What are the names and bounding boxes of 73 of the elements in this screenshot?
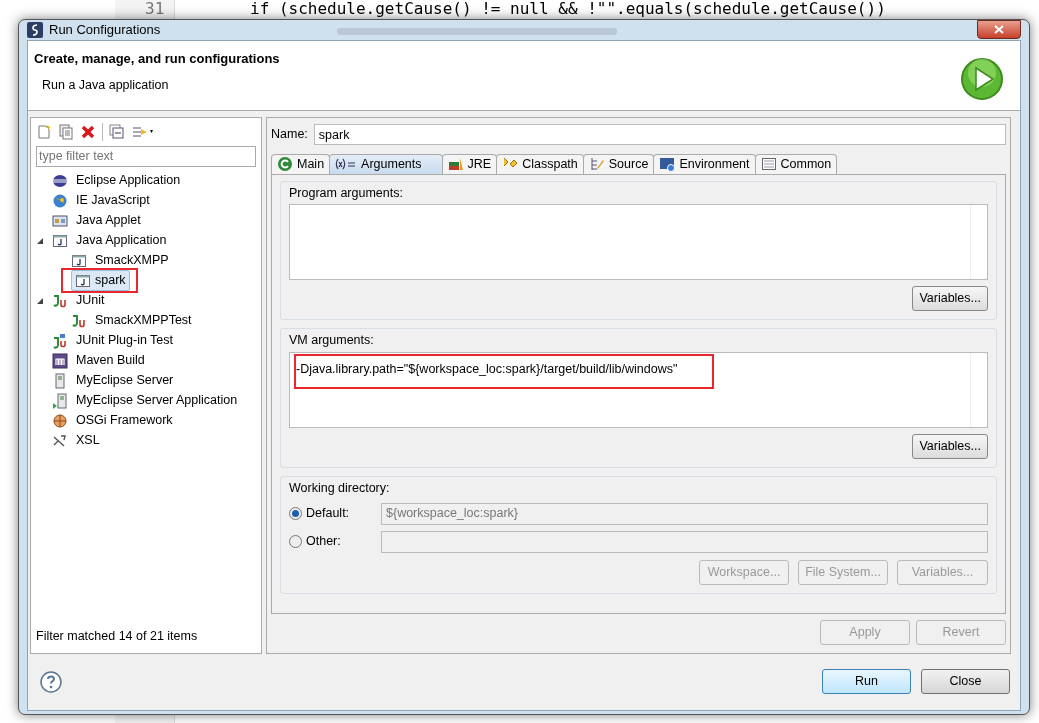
argument-text: -Djava.library.path="${workspace_loc:spark}/target/build/lib/windows" xyxy=(296,361,678,378)
header-title: Create, manage, and run configurations xyxy=(34,49,281,68)
tab[interactable]: Classpath xyxy=(496,153,584,174)
filter-status: Filter matched 14 of 21 items xyxy=(36,627,199,645)
name-label: Name: xyxy=(271,126,308,144)
tree-item[interactable]: MyEclipse Server xyxy=(72,370,178,391)
name-field[interactable]: spark xyxy=(313,124,1006,145)
expanded-arrow-icon[interactable] xyxy=(36,296,44,305)
code-line: if (schedule.getCause() != null && !"".equals(schedule.getCause()) xyxy=(250,0,886,18)
server-icon xyxy=(52,372,68,389)
window-title: Run Configurations xyxy=(49,21,161,39)
run-icon xyxy=(960,56,1004,101)
tree-item[interactable]: Java Application xyxy=(72,230,171,251)
source-icon xyxy=(588,156,605,172)
table-icon xyxy=(760,156,777,172)
duplicate-icon[interactable] xyxy=(58,123,74,140)
tree-item[interactable]: Maven Build xyxy=(72,350,149,371)
delete-icon[interactable] xyxy=(80,123,96,140)
filter-field[interactable]: type filter text xyxy=(36,145,256,167)
help-icon[interactable] xyxy=(40,670,62,693)
radio-button[interactable] xyxy=(289,507,302,521)
option-label: Other: xyxy=(306,533,341,551)
radio-button[interactable] xyxy=(289,535,302,549)
tab[interactable]: Main xyxy=(271,153,331,174)
applet-icon xyxy=(52,212,68,229)
variables-button[interactable]: Variables... xyxy=(912,434,988,459)
junit-icon xyxy=(52,292,68,309)
tab[interactable]: Arguments xyxy=(329,153,443,174)
tab[interactable]: Environment xyxy=(653,153,756,174)
directory-field[interactable] xyxy=(381,530,988,553)
tree-item[interactable]: IE JavaScript xyxy=(72,190,154,211)
tab[interactable]: Common xyxy=(754,153,838,174)
tree-item[interactable]: Java Applet xyxy=(72,210,145,231)
program-arguments-field[interactable] xyxy=(289,204,988,281)
java-file-icon xyxy=(75,272,91,289)
tree-item[interactable]: Eclipse Application xyxy=(72,170,185,191)
app-icon xyxy=(27,21,43,38)
group-label: Working directory: xyxy=(289,480,391,497)
line-number: 31 xyxy=(145,0,165,18)
environment-icon xyxy=(659,156,676,172)
close-icon xyxy=(994,25,1004,34)
group-label: VM arguments: xyxy=(289,332,375,350)
tab[interactable]: JRE xyxy=(441,153,498,174)
variables-button[interactable]: Variables... xyxy=(912,286,988,312)
target-icon xyxy=(52,412,68,429)
directory-field[interactable]: ${workspace_loc:spark} xyxy=(381,502,988,525)
main-tab-icon xyxy=(277,156,293,172)
dialog-button[interactable]: Run xyxy=(822,669,911,694)
java-file-icon xyxy=(52,232,68,249)
expanded-arrow-icon[interactable] xyxy=(36,236,44,245)
junit-icon xyxy=(52,332,68,349)
vm-arguments-field[interactable]: -Djava.library.path="${workspace_loc:spark}/target/build/lib/windows" xyxy=(289,352,988,428)
junit-icon xyxy=(71,312,87,329)
dialog-button[interactable]: Close xyxy=(921,669,1010,694)
tree-item[interactable]: SmackXMPPTest xyxy=(91,310,196,331)
tree-item[interactable]: XSL xyxy=(72,430,104,451)
variable-icon xyxy=(335,156,358,172)
collapse-all-icon[interactable] xyxy=(109,123,125,140)
server-icon xyxy=(52,392,68,409)
header-subtitle: Run a Java application xyxy=(42,77,170,94)
tree-item[interactable]: JUnit xyxy=(72,290,109,311)
tab[interactable]: Source xyxy=(582,153,655,174)
tree-item[interactable]: SmackXMPP xyxy=(91,250,173,271)
close-button[interactable] xyxy=(977,20,1021,39)
tree-item[interactable]: JUnit Plug-in Test xyxy=(72,330,178,351)
tree-item[interactable]: spark xyxy=(71,270,130,291)
globe-icon xyxy=(52,192,68,209)
new-document-icon[interactable] xyxy=(36,123,52,140)
tree-item[interactable]: MyEclipse Server Application xyxy=(72,390,242,411)
option-label: Default: xyxy=(306,505,350,523)
group-label: Program arguments: xyxy=(289,184,404,202)
java-file-icon xyxy=(71,252,87,269)
tree-item[interactable]: OSGi Framework xyxy=(72,410,177,431)
